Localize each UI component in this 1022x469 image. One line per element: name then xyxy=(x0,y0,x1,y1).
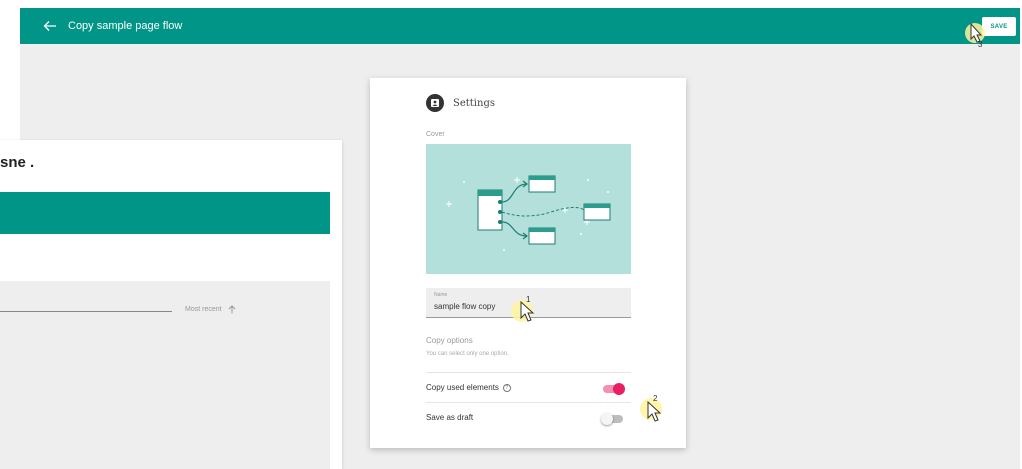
name-field-value: sample flow copy xyxy=(434,302,496,311)
copy-options-hint: You can select only one option. xyxy=(426,351,509,357)
copy-options-title: Copy options xyxy=(426,336,473,345)
step-number: 1 xyxy=(526,295,531,304)
screen: Copy sample page flow SAVE sne . Most re… xyxy=(0,0,1022,469)
top-app-bar: Copy sample page flow SAVE xyxy=(20,8,1020,44)
cursor-pointer-icon: 2 xyxy=(640,394,662,422)
background-list-panel: Most recent xyxy=(0,281,330,469)
sort-control[interactable]: Most recent xyxy=(185,305,236,314)
arrow-up-icon xyxy=(228,305,235,314)
background-heading: sne . xyxy=(0,154,35,171)
name-field-label: Name xyxy=(434,292,448,298)
step-number: 2 xyxy=(653,394,658,403)
step-number: 3 xyxy=(978,40,983,49)
step-marker-1: 1 xyxy=(509,294,539,328)
copy-used-elements-toggle[interactable] xyxy=(603,383,625,395)
settings-avatar-icon xyxy=(426,94,444,112)
arrow-left-icon xyxy=(43,21,56,31)
option-copy-used-elements: Copy used elements ? xyxy=(426,383,511,392)
dialog-title: Settings xyxy=(453,97,495,109)
cover-label: Cover xyxy=(426,131,445,138)
divider xyxy=(426,372,631,373)
flow-illustration xyxy=(446,175,611,251)
help-circle-icon[interactable]: ? xyxy=(502,383,511,392)
step-marker-2: 2 xyxy=(638,392,668,426)
page-title: Copy sample page flow xyxy=(68,20,183,32)
dialog-header: Settings xyxy=(426,94,495,112)
back-button[interactable] xyxy=(40,16,60,36)
toggle-knob xyxy=(613,383,625,395)
background-toolbar xyxy=(0,192,330,234)
save-as-draft-toggle[interactable] xyxy=(601,413,623,425)
cursor-pointer-icon: 3 xyxy=(965,22,985,49)
option-label: Save as draft xyxy=(426,413,474,422)
cover-image[interactable] xyxy=(426,144,631,274)
search-underline xyxy=(0,311,172,312)
background-page: sne . Most recent xyxy=(0,140,342,469)
toggle-knob xyxy=(601,413,613,425)
sort-label: Most recent xyxy=(185,306,222,313)
option-label: Copy used elements xyxy=(426,383,499,392)
step-marker-3: 3 xyxy=(962,18,992,52)
option-save-as-draft: Save as draft xyxy=(426,413,473,422)
divider xyxy=(426,402,631,403)
cursor-pointer-icon: 1 xyxy=(511,295,535,322)
